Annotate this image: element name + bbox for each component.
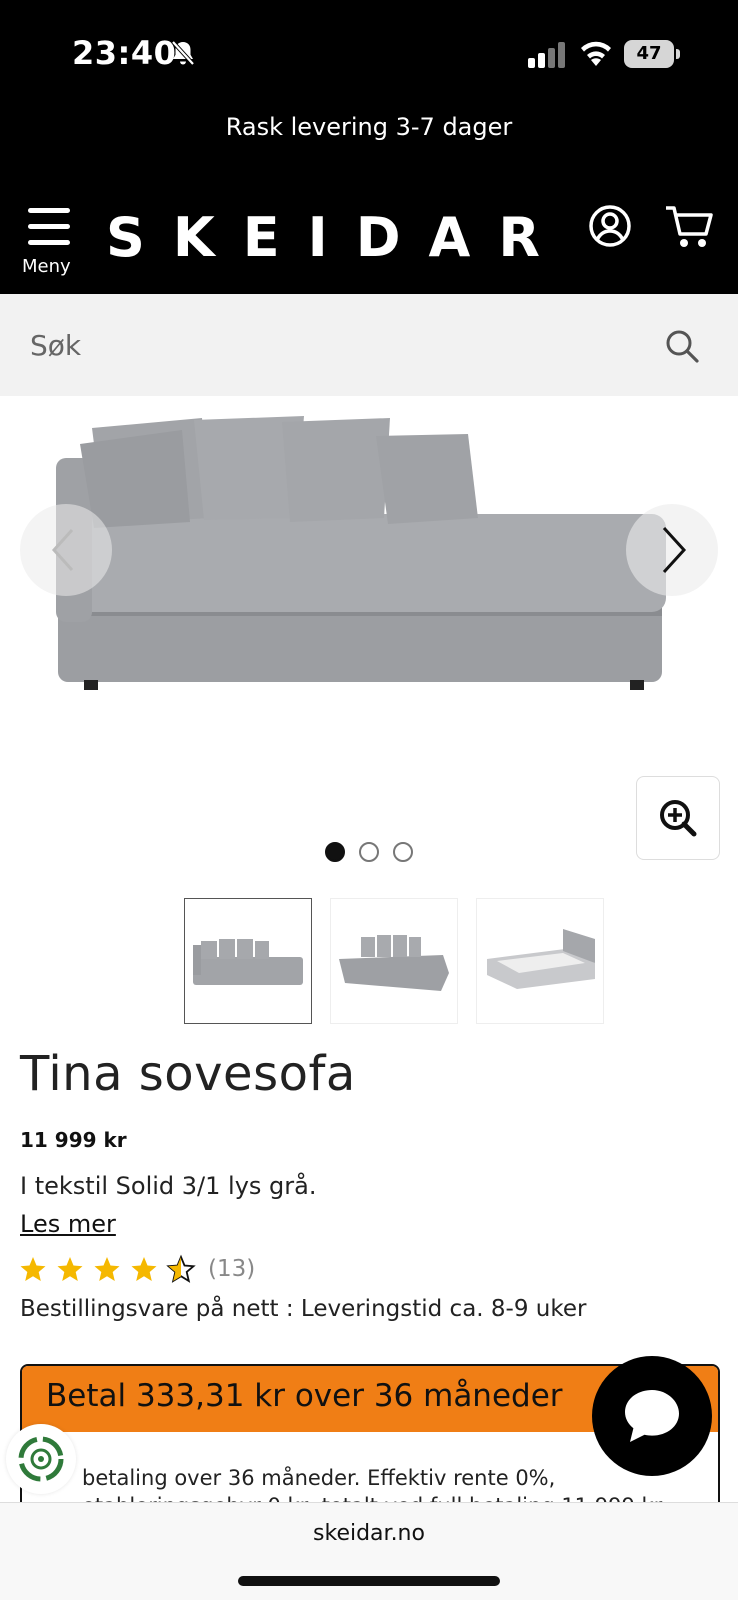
menu-label: Meny [22, 256, 71, 277]
promo-banner[interactable]: Rask levering 3-7 dager [0, 108, 738, 184]
chevron-right-icon [662, 526, 687, 574]
thumbnail-image [193, 939, 303, 985]
review-count[interactable]: (13) [208, 1256, 255, 1282]
delivery-info: Bestillingsvare på nett : Leveringstid c… [20, 1296, 587, 1322]
url-text[interactable]: skeidar.no [0, 1521, 738, 1546]
star-icon [131, 1257, 157, 1281]
search-input[interactable] [0, 294, 640, 396]
carousel-dot-1[interactable] [325, 842, 345, 862]
signal-icon [528, 42, 565, 68]
search-bar [0, 294, 738, 396]
clock: 23:40 [72, 34, 177, 72]
half-star-icon [167, 1256, 195, 1282]
hamburger-icon [28, 208, 70, 248]
thumbnail-3[interactable] [476, 898, 604, 1024]
battery-icon: 47 [624, 40, 674, 68]
site-logo[interactable]: SKEIDAR [106, 206, 568, 269]
star-icon [94, 1257, 120, 1281]
bell-muted-icon [171, 40, 195, 66]
next-image-button[interactable] [626, 504, 718, 596]
financing-headline: Betal 333,31 kr over 36 måneder [46, 1378, 563, 1414]
star-icon [20, 1257, 46, 1281]
carousel-dot-3[interactable] [393, 842, 413, 862]
product-description: I tekstil Solid 3/1 lys grå. [20, 1172, 317, 1200]
site-header: Meny SKEIDAR [0, 184, 738, 294]
chevron-left-icon [51, 528, 74, 572]
battery-nub [676, 49, 680, 59]
carousel-dots [0, 842, 738, 862]
thumbnail-1[interactable] [184, 898, 312, 1024]
product-title: Tina sovesofa [20, 1046, 356, 1102]
rating-stars[interactable] [20, 1254, 200, 1284]
account-icon[interactable] [588, 204, 632, 248]
search-icon[interactable] [664, 328, 700, 364]
chat-button[interactable] [592, 1356, 712, 1476]
home-indicator[interactable] [238, 1576, 500, 1586]
wifi-icon [581, 41, 611, 66]
product-gallery[interactable] [0, 396, 738, 876]
previous-image-button[interactable] [20, 504, 112, 596]
chat-bubble-icon [625, 1390, 679, 1442]
thumbnail-image [487, 929, 595, 989]
menu-button[interactable]: Meny [22, 204, 78, 284]
carousel-dot-2[interactable] [359, 842, 379, 862]
financing-text-line-1: betaling over 36 måneder. Effektiv rente… [82, 1466, 556, 1490]
recycle-badge[interactable] [6, 1424, 76, 1494]
read-more-link[interactable]: Les mer [20, 1210, 116, 1238]
star-icon [57, 1257, 83, 1281]
cart-icon[interactable] [664, 204, 714, 250]
status-bar: 23:40 47 [0, 0, 738, 108]
product-image [56, 416, 666, 690]
thumbnail-image [339, 935, 449, 991]
product-price: 11 999 kr [20, 1128, 127, 1152]
thumbnail-2[interactable] [330, 898, 458, 1024]
recycle-icon [18, 1436, 64, 1482]
